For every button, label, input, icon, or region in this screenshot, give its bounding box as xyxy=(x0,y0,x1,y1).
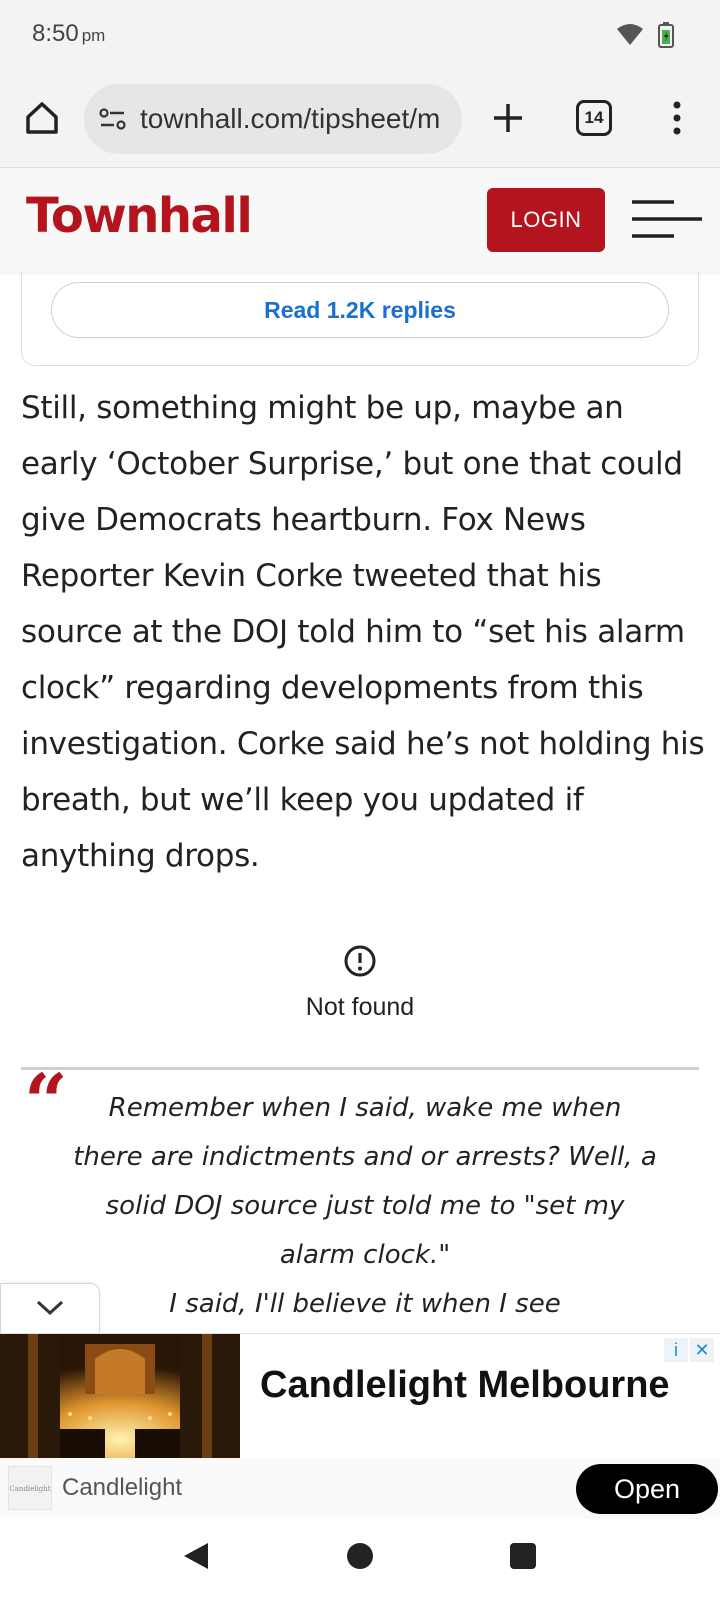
collapse-ad-button[interactable] xyxy=(0,1283,100,1333)
quote-mark-icon: “ xyxy=(24,1057,68,1146)
home-icon[interactable] xyxy=(22,98,62,138)
hamburger-menu-icon[interactable] xyxy=(632,198,704,240)
status-bar: 8:50 pm xyxy=(0,0,720,70)
browser-toolbar: townhall.com/tipsheet/m 14 xyxy=(0,70,720,168)
site-header: Townhall LOGIN xyxy=(0,168,720,272)
site-settings-icon[interactable] xyxy=(98,108,128,130)
ad-banner[interactable]: Candlelight Melbourne i ✕ Candlelight Ca… xyxy=(0,1333,720,1520)
tabs-icon[interactable]: 14 xyxy=(576,100,612,136)
status-time: 8:50 pm xyxy=(32,20,105,48)
tweet-line-1: Remember when I said, wake me when there… xyxy=(73,1093,657,1270)
chevron-down-icon xyxy=(36,1300,64,1316)
tweet-text: Remember when I said, wake me when there… xyxy=(70,1084,660,1329)
article-paragraph: Still, something might be up, maybe an e… xyxy=(21,390,705,874)
ad-title[interactable]: Candlelight Melbourne xyxy=(260,1364,670,1407)
back-icon[interactable] xyxy=(182,1541,210,1571)
ad-open-button[interactable]: Open xyxy=(576,1464,718,1514)
status-time-ampm: pm xyxy=(81,26,106,45)
read-replies-button[interactable]: Read 1.2K replies xyxy=(51,282,669,338)
comments-card: Read 1.2K replies xyxy=(21,272,699,366)
tweet-divider xyxy=(21,1067,699,1070)
ad-advertiser-name: Candlelight xyxy=(62,1474,183,1501)
ad-image[interactable] xyxy=(0,1334,240,1458)
battery-icon xyxy=(658,22,674,48)
ad-advertiser-logo: Candlelight xyxy=(8,1466,52,1510)
not-found-text: Not found xyxy=(305,993,415,1021)
system-nav-bar xyxy=(0,1519,720,1600)
login-button[interactable]: LOGIN xyxy=(487,188,605,252)
ad-close-icon[interactable]: ✕ xyxy=(690,1338,714,1362)
recents-icon[interactable] xyxy=(510,1543,536,1569)
home-circle-icon[interactable] xyxy=(347,1543,373,1569)
more-vert-icon[interactable] xyxy=(664,98,690,138)
status-icons xyxy=(616,22,674,48)
embed-error: Not found xyxy=(0,944,720,1022)
ad-info-icon[interactable]: i xyxy=(664,1338,688,1362)
plus-icon[interactable] xyxy=(488,98,528,138)
url-text: townhall.com/tipsheet/m xyxy=(140,103,441,134)
ad-choices[interactable]: i ✕ xyxy=(664,1338,714,1362)
tweet-line-2: I said, I'll believe it when I see xyxy=(169,1289,561,1319)
error-icon xyxy=(344,945,376,977)
status-time-value: 8:50 xyxy=(32,20,79,47)
site-logo[interactable]: Townhall xyxy=(26,188,253,244)
wifi-icon xyxy=(617,24,643,45)
ad-footer: Candlelight Candlelight Open xyxy=(0,1458,720,1520)
tab-count: 14 xyxy=(584,108,604,127)
address-bar[interactable]: townhall.com/tipsheet/m xyxy=(84,84,462,154)
